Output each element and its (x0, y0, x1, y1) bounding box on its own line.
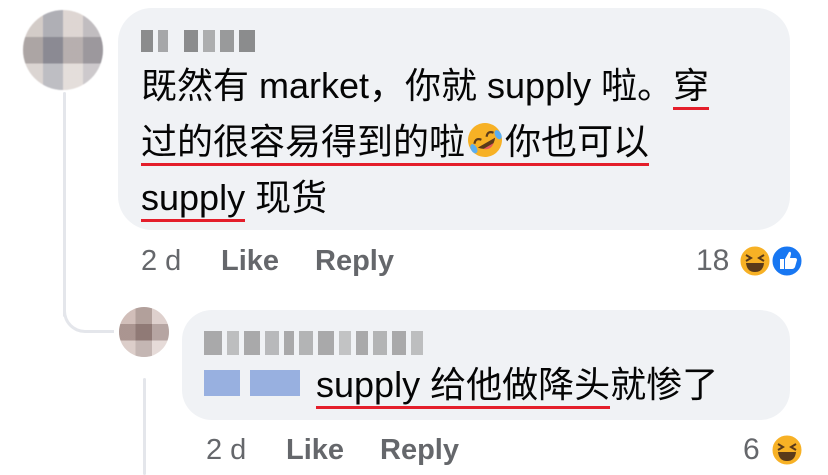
reply-text-underlined: supply 给他做降头 (316, 364, 611, 409)
comment-line-2-underlined-b: 你也可以 (505, 121, 650, 162)
comment-line-3-underlined: supply (141, 177, 246, 222)
comment-line-3-plain: 现货 (245, 177, 328, 218)
reply-timestamp[interactable]: 2 d (206, 432, 246, 468)
comment-line-3: supply 现货 (141, 170, 327, 226)
reply-like-button[interactable]: Like (286, 432, 344, 468)
haha-reaction-icon[interactable] (770, 433, 804, 467)
replier-name-blurred[interactable] (204, 331, 423, 355)
reply-reply-button[interactable]: Reply (380, 432, 459, 468)
comment-reply-button[interactable]: Reply (315, 243, 394, 279)
like-reaction-icon[interactable] (770, 244, 804, 278)
reply-text: supply 给他做降头就惨了 (316, 360, 718, 410)
rolling-on-floor-laughing-icon (468, 123, 503, 157)
haha-reaction-icon[interactable] (738, 244, 772, 278)
thread-connector (63, 290, 114, 333)
thread-line-reply (143, 378, 146, 475)
commenter-avatar[interactable] (23, 10, 103, 90)
thread-line (63, 92, 66, 317)
reply-reaction-count[interactable]: 6 (743, 432, 760, 468)
comment-like-button[interactable]: Like (221, 243, 279, 279)
comment-line-1-plain: 既然有 market，你就 supply 啦。 (141, 65, 674, 106)
mention-blurred[interactable] (204, 370, 300, 396)
comment-line-2-underlined-a: 过的很容易得到的啦 (141, 121, 466, 166)
comment-reaction-count[interactable]: 18 (696, 243, 729, 279)
comment-line-2: 过的很容易得到的啦 你也可以 (141, 114, 650, 170)
comment-line-1: 既然有 market，你就 supply 啦。穿 (141, 58, 710, 114)
reply-text-plain: 就惨了 (610, 364, 719, 405)
commenter-name-blurred[interactable] (141, 30, 255, 52)
comment-timestamp[interactable]: 2 d (141, 243, 181, 279)
comment-line-1-underlined: 穿 (673, 65, 710, 110)
replier-avatar[interactable] (119, 307, 169, 357)
